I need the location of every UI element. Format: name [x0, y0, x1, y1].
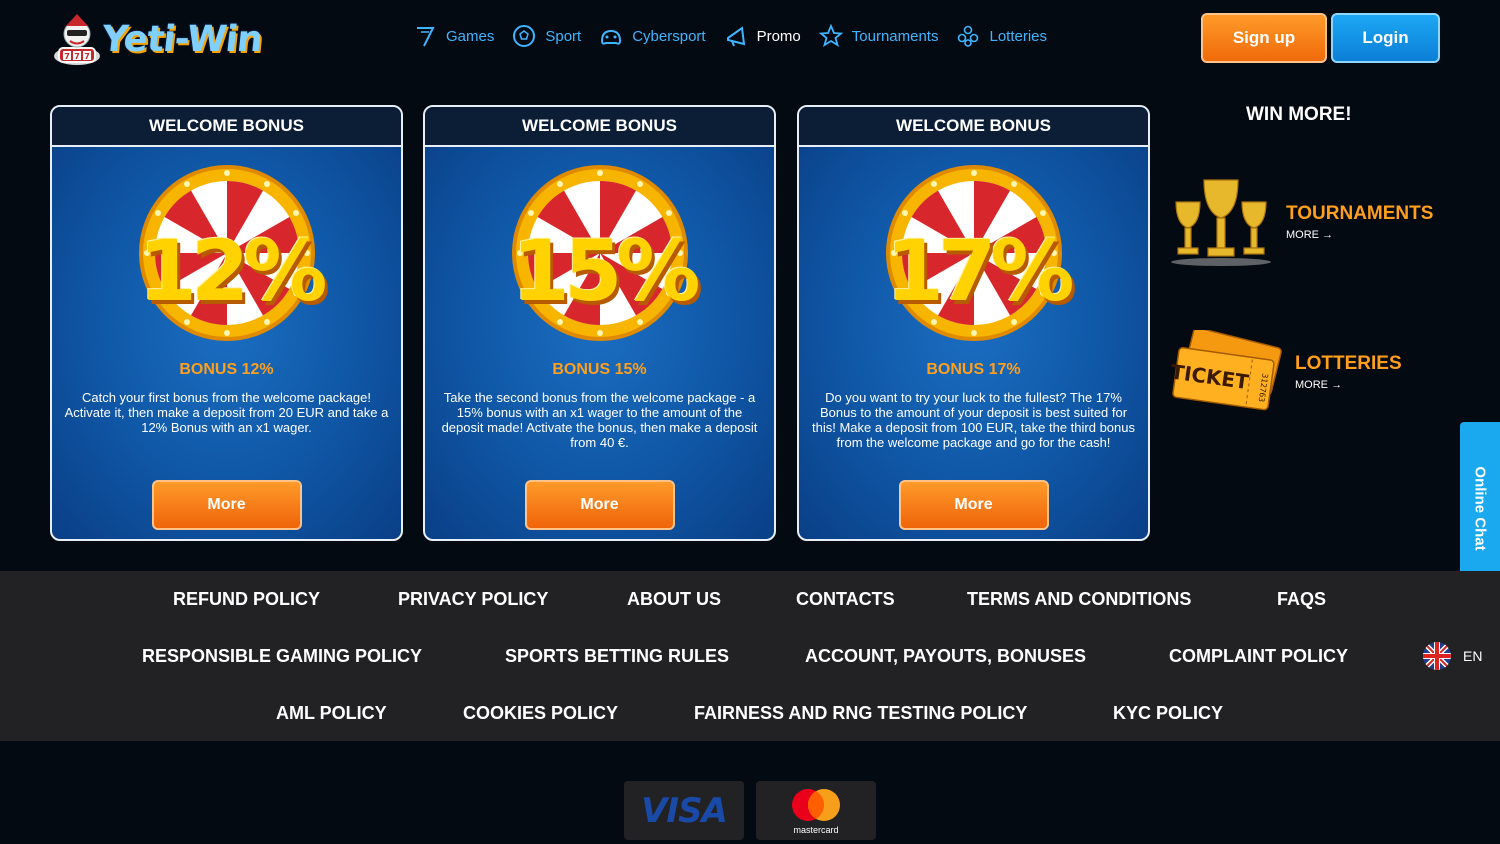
page: 7 7 7 Yeti-Win Games Sport Cybersport Pr… — [0, 0, 1500, 844]
footer-link-about-us[interactable]: ABOUT US — [627, 589, 721, 610]
bonus-more-button[interactable]: More — [898, 480, 1049, 530]
footer-link-aml-policy[interactable]: AML POLICY — [276, 703, 387, 724]
signup-button[interactable]: Sign up — [1201, 13, 1327, 63]
footer-link-privacy-policy[interactable]: PRIVACY POLICY — [398, 589, 548, 610]
footer-link-complaint-policy[interactable]: COMPLAINT POLICY — [1169, 646, 1348, 667]
bonus-description: Catch your first bonus from the welcome … — [64, 390, 389, 435]
bonus-wheel-image: 17% — [885, 165, 1075, 341]
bonus-card-header: WELCOME BONUS — [52, 107, 401, 147]
nav-cybersport[interactable]: Cybersport — [599, 24, 706, 48]
bonus-title: BONUS 12% — [179, 361, 274, 378]
nav-lotteries-label: Lotteries — [989, 27, 1048, 45]
bonus-card-2: WELCOME BONUS 15% BONUS 15% Take the sec… — [423, 105, 776, 541]
logo[interactable]: 7 7 7 Yeti-Win — [52, 10, 264, 68]
footer-link-contacts[interactable]: CONTACTS — [796, 589, 895, 610]
svg-text:7: 7 — [84, 52, 90, 61]
soccer-ball-icon — [513, 25, 536, 47]
nav-games-label: Games — [446, 27, 495, 45]
footer-link-fairness-rng[interactable]: FAIRNESS AND RNG TESTING POLICY — [694, 703, 1027, 724]
visa-text: VISA — [641, 790, 728, 831]
yeti-mascot-icon: 7 7 7 — [54, 14, 100, 65]
logo-text: Yeti-Win — [99, 18, 264, 60]
nav-tournaments-label: Tournaments — [851, 27, 939, 45]
nav-games[interactable]: Games — [413, 24, 494, 48]
bonus-more-button[interactable]: More — [524, 480, 675, 530]
nav-promo[interactable]: Promo — [724, 24, 801, 48]
seven-icon — [417, 27, 435, 47]
bonus-description: Do you want to try your luck to the full… — [811, 390, 1135, 450]
nav-sport[interactable]: Sport — [512, 24, 581, 48]
bonus-percent: 12% — [138, 222, 328, 320]
nav-cybersport-label: Cybersport — [632, 27, 706, 45]
promo-lotteries-label: LOTTERIES — [1295, 353, 1402, 374]
more-link-label: MORE — [1286, 229, 1319, 241]
bonus-title: BONUS 17% — [926, 361, 1021, 378]
nav-promo-label: Promo — [756, 27, 801, 45]
bonus-percent: 17% — [885, 222, 1075, 320]
mastercard-logo: mastercard — [756, 781, 876, 840]
mastercard-circles-icon — [792, 788, 840, 821]
bonus-card-1: WELCOME BONUS 12% BONUS 12% Catch your f… — [50, 105, 403, 541]
bonus-card-header: WELCOME BONUS — [425, 107, 774, 147]
lottery-balls-icon — [958, 25, 979, 47]
win-more-title: WIN MORE! — [1246, 104, 1352, 125]
footer-link-terms[interactable]: TERMS AND CONDITIONS — [967, 589, 1191, 610]
footer-link-kyc-policy[interactable]: KYC POLICY — [1113, 703, 1223, 724]
trophy-icon — [1171, 179, 1271, 266]
bonus-card-3: WELCOME BONUS 17% BONUS 17% Do you want … — [797, 105, 1150, 541]
promo-lotteries-more[interactable]: MORE → — [1295, 379, 1402, 391]
footer-link-cookies-policy[interactable]: COOKIES POLICY — [463, 703, 618, 724]
more-link-label: MORE — [1295, 379, 1328, 391]
language-label: EN — [1463, 648, 1483, 664]
bonus-wheel-image: 15% — [511, 165, 701, 341]
uk-flag-icon — [1423, 642, 1451, 670]
arrow-right-icon: → — [1331, 379, 1343, 391]
footer-links: REFUND POLICY PRIVACY POLICY ABOUT US CO… — [0, 571, 1500, 741]
footer-link-responsible-gaming[interactable]: RESPONSIBLE GAMING POLICY — [142, 646, 422, 667]
gamepad-icon — [601, 29, 622, 45]
promo-tournaments-more[interactable]: MORE → — [1286, 229, 1433, 241]
ticket-icon: TICKET 312763 — [1170, 330, 1282, 411]
footer-link-refund-policy[interactable]: REFUND POLICY — [173, 589, 320, 610]
star-icon — [818, 24, 843, 47]
language-selector[interactable]: EN — [1423, 642, 1482, 670]
bonus-more-button[interactable]: More — [151, 480, 302, 530]
arrow-right-icon: → — [1322, 229, 1334, 241]
footer-link-account-payouts[interactable]: ACCOUNT, PAYOUTS, BONUSES — [805, 646, 1086, 667]
svg-text:7: 7 — [64, 52, 70, 61]
bonus-percent: 15% — [511, 222, 701, 320]
bonus-wheel-image: 12% — [138, 165, 328, 341]
visa-logo: VISA — [624, 781, 744, 840]
bonus-description: Take the second bonus from the welcome p… — [441, 390, 758, 450]
bonus-title: BONUS 15% — [552, 361, 647, 378]
promo-tournaments-label: TOURNAMENTS — [1286, 203, 1434, 224]
footer-link-faqs[interactable]: FAQS — [1277, 589, 1326, 610]
online-chat-label: Online Chat — [1471, 465, 1489, 551]
nav-sport-label: Sport — [545, 27, 582, 45]
main-nav: Games Sport Cybersport Promo Tournaments… — [413, 24, 1065, 48]
promo-tournaments[interactable]: TOURNAMENTS MORE → — [1166, 176, 1433, 268]
mastercard-label: mastercard — [793, 824, 839, 835]
svg-text:7: 7 — [74, 52, 80, 61]
nav-tournaments[interactable]: Tournaments — [818, 24, 939, 48]
promo-lotteries[interactable]: TICKET 312763 LOTTERIES MORE → — [1170, 330, 1402, 420]
login-button[interactable]: Login — [1331, 13, 1440, 63]
footer-link-sports-betting-rules[interactable]: SPORTS BETTING RULES — [505, 646, 729, 667]
bonus-card-header: WELCOME BONUS — [799, 107, 1148, 147]
online-chat-tab[interactable]: Online Chat — [1460, 422, 1500, 594]
nav-lotteries[interactable]: Lotteries — [956, 24, 1047, 48]
megaphone-icon — [726, 26, 745, 47]
header: 7 7 7 Yeti-Win Games Sport Cybersport Pr… — [0, 0, 1500, 80]
